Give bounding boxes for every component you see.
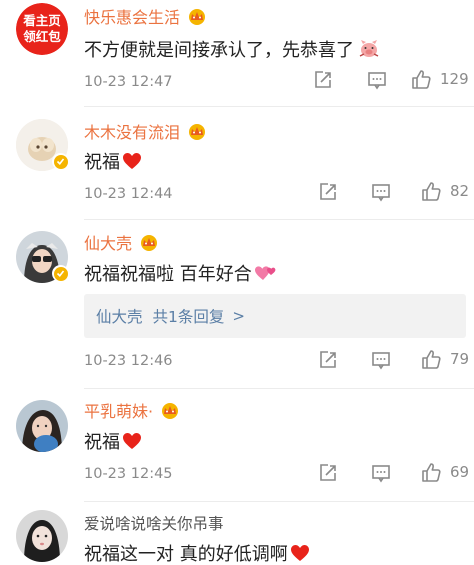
heart-icon bbox=[123, 433, 141, 449]
comment-text-body: 祝福 bbox=[84, 152, 120, 173]
username-text[interactable]: 快乐惠会生活 bbox=[84, 4, 180, 28]
vip-crown-icon bbox=[141, 234, 158, 251]
comment-text[interactable]: 祝福 bbox=[84, 428, 142, 454]
timestamp: 10-23 12:45 bbox=[84, 466, 173, 482]
comment-button[interactable] bbox=[367, 70, 387, 90]
verified-badge bbox=[52, 153, 69, 170]
comment-text-body: 祝福这一对 真的好低调啊 bbox=[84, 544, 288, 565]
like-count: 82 bbox=[450, 182, 470, 200]
comment-text-body: 祝福 bbox=[84, 432, 120, 453]
vip-crown-icon bbox=[189, 8, 206, 25]
username-text[interactable]: 爱说啥说啥关你吊事 bbox=[84, 512, 224, 534]
heart-icon bbox=[123, 153, 141, 169]
comment-icon bbox=[368, 72, 386, 90]
verified-badge bbox=[52, 265, 69, 282]
thumbs-up-icon bbox=[422, 463, 441, 482]
comment-icon bbox=[372, 352, 390, 370]
like-button[interactable]: 79 bbox=[420, 348, 469, 370]
timestamp: 10-23 12:46 bbox=[84, 353, 173, 369]
username[interactable]: 仙大壳 bbox=[84, 230, 160, 254]
timestamp: 10-23 12:47 bbox=[84, 74, 173, 90]
like-button[interactable]: 129 bbox=[410, 68, 469, 90]
comment-text[interactable]: 祝福这一对 真的好低调啊 bbox=[84, 540, 310, 565]
username-text[interactable]: 仙大壳 bbox=[84, 230, 132, 254]
promo-line-1: 看主页 bbox=[23, 13, 61, 28]
avatar[interactable] bbox=[16, 400, 68, 452]
comment-button[interactable] bbox=[371, 182, 391, 202]
share-icon bbox=[320, 464, 336, 481]
thumbs-up-icon bbox=[412, 70, 431, 89]
like-count: 79 bbox=[450, 350, 470, 368]
chevron-right-icon: > bbox=[232, 307, 245, 325]
promo-line-2: 领红包 bbox=[23, 29, 61, 44]
vip-crown-icon bbox=[189, 123, 206, 140]
like-button[interactable]: 69 bbox=[420, 461, 469, 483]
avatar-image bbox=[16, 400, 68, 452]
share-icon bbox=[320, 351, 336, 368]
vip-crown-icon bbox=[162, 402, 179, 419]
comment-text[interactable]: 不方便就是间接承认了，先恭喜了 bbox=[84, 36, 380, 62]
username-text[interactable]: 平乳萌妹· bbox=[84, 398, 153, 422]
thumbs-up-icon bbox=[422, 182, 441, 201]
avatar-image bbox=[16, 510, 68, 562]
share-button[interactable] bbox=[318, 463, 338, 483]
check-icon bbox=[56, 270, 65, 278]
thumbs-up-icon bbox=[422, 350, 441, 369]
divider bbox=[84, 106, 474, 107]
comment-icon bbox=[372, 184, 390, 202]
share-button[interactable] bbox=[313, 70, 333, 90]
comment-button[interactable] bbox=[371, 463, 391, 483]
username[interactable]: 爱说啥说啥关你吊事 bbox=[84, 512, 224, 534]
comment-text-body: 祝福祝福啦 百年好合 bbox=[84, 264, 252, 285]
divider bbox=[84, 388, 474, 389]
avatar[interactable]: 看主页 领红包 bbox=[16, 3, 68, 55]
username[interactable]: 平乳萌妹· bbox=[84, 398, 181, 422]
reply-author[interactable]: 仙大壳 bbox=[96, 305, 143, 327]
username[interactable]: 快乐惠会生活 bbox=[84, 4, 208, 28]
heart-icon bbox=[290, 545, 309, 561]
pig-emoji-icon bbox=[359, 40, 379, 57]
timestamp: 10-23 12:44 bbox=[84, 186, 173, 202]
share-icon bbox=[320, 183, 336, 200]
divider bbox=[84, 219, 474, 220]
check-icon bbox=[56, 158, 65, 166]
comment-text[interactable]: 祝福祝福啦 百年好合 bbox=[84, 260, 278, 286]
comment-text-body: 不方便就是间接承认了，先恭喜了 bbox=[84, 40, 354, 61]
reply-thread-link[interactable]: 仙大壳 共1条回复 > bbox=[84, 294, 466, 338]
divider bbox=[84, 501, 474, 502]
share-icon bbox=[315, 71, 331, 88]
comment-text[interactable]: 祝福 bbox=[84, 148, 142, 174]
promo-badge[interactable]: 看主页 领红包 bbox=[16, 3, 68, 55]
comment-button[interactable] bbox=[371, 350, 391, 370]
pink-hearts-icon bbox=[254, 266, 276, 280]
username[interactable]: 木木没有流泪 bbox=[84, 119, 208, 143]
share-button[interactable] bbox=[318, 350, 338, 370]
avatar[interactable] bbox=[16, 510, 68, 562]
like-button[interactable]: 82 bbox=[420, 180, 469, 202]
comment-icon bbox=[372, 465, 390, 483]
like-count: 129 bbox=[440, 70, 469, 88]
username-text[interactable]: 木木没有流泪 bbox=[84, 119, 180, 143]
share-button[interactable] bbox=[318, 182, 338, 202]
like-count: 69 bbox=[450, 463, 470, 481]
reply-summary[interactable]: 共1条回复 bbox=[153, 305, 225, 327]
